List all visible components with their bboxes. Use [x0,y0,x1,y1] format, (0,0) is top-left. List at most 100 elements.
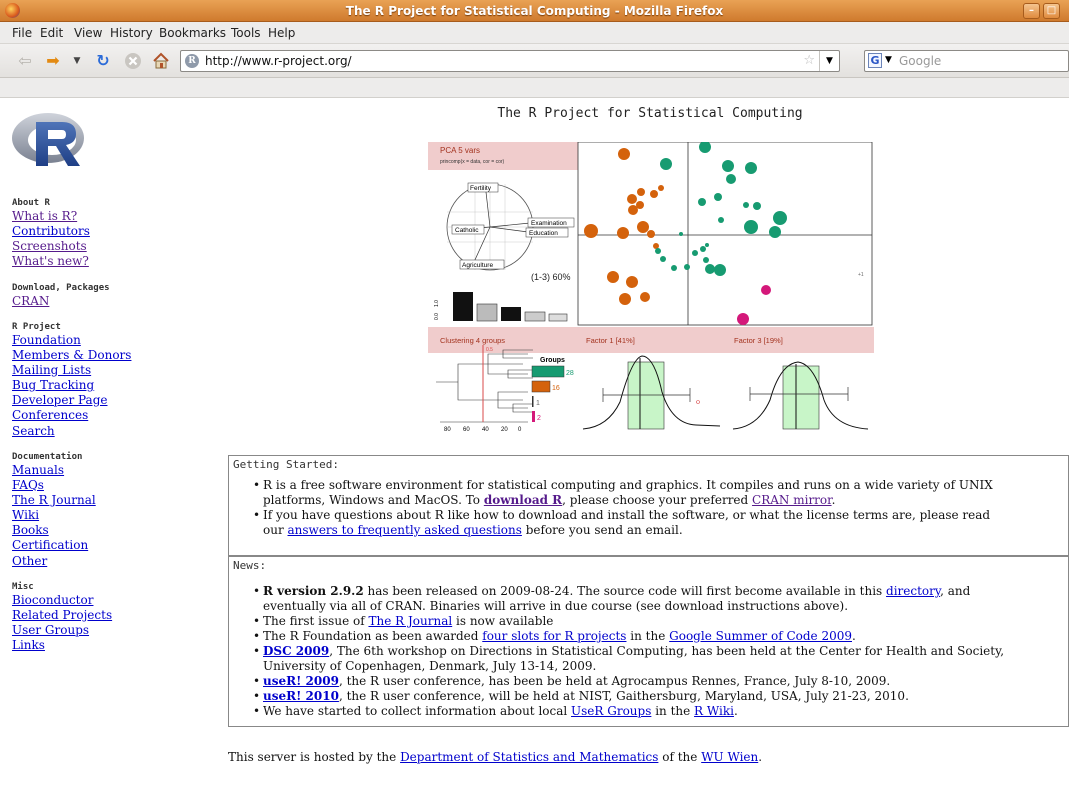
sidebar-link-bioconductor[interactable]: Bioconductor [12,593,93,607]
sidebar-link-certification[interactable]: Certification [12,538,88,552]
sidebar-link-books[interactable]: Books [12,523,49,537]
biplot-label-fertility: Fertility [470,185,492,192]
sidebar-link-what-is-r[interactable]: What is R? [12,209,77,223]
sidebar-link-contributors[interactable]: Contributors [12,224,90,238]
department-link[interactable]: Department of Statistics and Mathematics [400,750,658,764]
group-count-3: 1 [536,400,540,407]
back-icon[interactable]: ⇦ [14,51,36,71]
cran-mirror-link[interactable]: CRAN mirror [752,493,832,507]
user-groups-link[interactable]: UseR Groups [571,704,651,718]
menu-help[interactable]: Help [268,26,295,40]
download-r-link[interactable]: download R [484,493,562,507]
text: of the [658,750,702,764]
text: in the [626,629,670,643]
list-item: useR! 2009, the R user conference, has b… [229,674,1065,689]
text: University of Copenhagen, Denmark, July … [263,659,597,673]
scree-bar-3 [501,307,521,321]
text: is now available [452,614,554,628]
sidebar-link-foundation[interactable]: Foundation [12,333,81,347]
group-bar-3 [532,396,534,407]
list-item: R is a free software environment for sta… [229,478,1065,508]
stop-icon[interactable] [122,51,144,71]
factor1-title: Factor 1 [41%] [586,336,635,345]
text: This server is hosted by the [228,750,401,764]
news-header: News: [233,559,267,572]
sidebar-link-whats-new[interactable]: What's new? [12,254,89,268]
sidebar-link-screenshots[interactable]: Screenshots [12,239,87,253]
engine-dropdown-icon[interactable]: ▼ [885,55,892,65]
menu-tools[interactable]: Tools [231,26,261,40]
sidebar-link-cran[interactable]: CRAN [12,294,49,308]
r-journal-link[interactable]: The R Journal [368,614,452,628]
dsc-2009-link[interactable]: DSC 2009 [263,644,329,658]
sidebar-link-mailing-lists[interactable]: Mailing Lists [12,363,91,377]
google-engine-icon[interactable]: G [868,53,882,68]
sidebar-link-r-journal[interactable]: The R Journal [12,493,96,507]
scree-axis-high: 1.0 [434,300,440,307]
menu-view[interactable]: View [74,26,102,40]
wu-wien-link[interactable]: WU Wien [701,750,758,764]
bookmarks-toolbar [0,78,1069,98]
menu-edit[interactable]: Edit [40,26,63,40]
sidebar-link-user-groups[interactable]: User Groups [12,623,89,637]
text: our [263,523,288,537]
forward-icon[interactable]: ➡ [42,51,64,71]
biplot-label-agriculture: Agriculture [462,262,493,269]
svg-text:0.5: 0.5 [486,347,493,353]
r-logo[interactable] [10,110,90,170]
window-titlebar: The R Project for Statistical Computing … [0,0,1069,22]
sidebar-link-faqs[interactable]: FAQs [12,478,44,492]
user-2010-link[interactable]: useR! 2010 [263,689,339,703]
gsoc-slots-link[interactable]: four slots for R projects [482,629,626,643]
gsoc-2009-link[interactable]: Google Summer of Code 2009 [669,629,852,643]
sidebar-link-related-projects[interactable]: Related Projects [12,608,112,622]
r-wiki-link[interactable]: R Wiki [694,704,734,718]
reload-icon[interactable]: ↻ [92,51,114,71]
sidebar-link-other[interactable]: Other [12,554,47,568]
menu-bar: File Edit View History Bookmarks Tools H… [0,22,1069,44]
sidebar-link-links[interactable]: Links [12,638,45,652]
text: , The 6th workshop on Directions in Stat… [329,644,1005,658]
menu-file[interactable]: File [12,26,32,40]
pca-formula: princomp(x = data, cor = cor) [440,159,505,165]
history-dropdown-icon[interactable]: ▼ [66,51,88,71]
biplot-label-catholic: Catholic [455,227,479,234]
sidebar-link-wiki[interactable]: Wiki [12,508,39,522]
scree-bar-5 [548,313,568,322]
banner-graphic[interactable]: PCA 5 vars princomp(x = data, cor = cor)… [428,141,874,439]
dendro-tick-80: 80 [444,427,451,433]
group-bar-1 [531,365,565,378]
url-text[interactable]: http://www.r-project.org/ [205,54,352,68]
sidebar-section-misc: Misc [12,582,34,592]
url-bar[interactable]: R http://www.r-project.org/ ☆ ▼ [180,50,840,72]
menu-bookmarks[interactable]: Bookmarks [159,26,226,40]
faq-answers-link[interactable]: answers to frequently asked questions [288,523,522,537]
user-2009-link[interactable]: useR! 2009 [263,674,339,688]
scatter-side-label: +1 [858,272,864,278]
sidebar-link-search[interactable]: Search [12,424,55,438]
search-placeholder[interactable]: Google [899,54,941,68]
text: . [758,750,763,764]
sidebar-link-bug-tracking[interactable]: Bug Tracking [12,378,94,392]
news-panel: News: R version 2.9.2 has been released … [228,556,1069,727]
maximize-icon[interactable]: □ [1043,3,1060,19]
home-icon[interactable] [150,51,172,71]
search-bar[interactable]: G ▼ Google [864,50,1069,72]
biplot-label-examination: Examination [531,220,567,227]
bookmark-star-icon[interactable]: ☆ [803,53,815,68]
url-dropdown-icon[interactable]: ▼ [819,51,839,71]
sidebar-section-r-project: R Project [12,322,61,332]
menu-history[interactable]: History [110,26,153,40]
minimize-icon[interactable]: – [1023,3,1040,19]
list-item: useR! 2010, the R user conference, will … [229,689,1065,704]
text: We have started to collect information a… [263,704,572,718]
text: R version 2.9.2 [263,584,364,598]
sidebar-link-manuals[interactable]: Manuals [12,463,64,477]
sidebar-link-conferences[interactable]: Conferences [12,408,88,422]
text: platforms, Windows and MacOS. To [263,493,484,507]
window-title: The R Project for Statistical Computing … [345,4,724,18]
directory-link[interactable]: directory [886,584,940,598]
sidebar-link-developer-page[interactable]: Developer Page [12,393,107,407]
page-content: The R Project for Statistical Computing … [0,98,1069,797]
sidebar-link-members-donors[interactable]: Members & Donors [12,348,131,362]
